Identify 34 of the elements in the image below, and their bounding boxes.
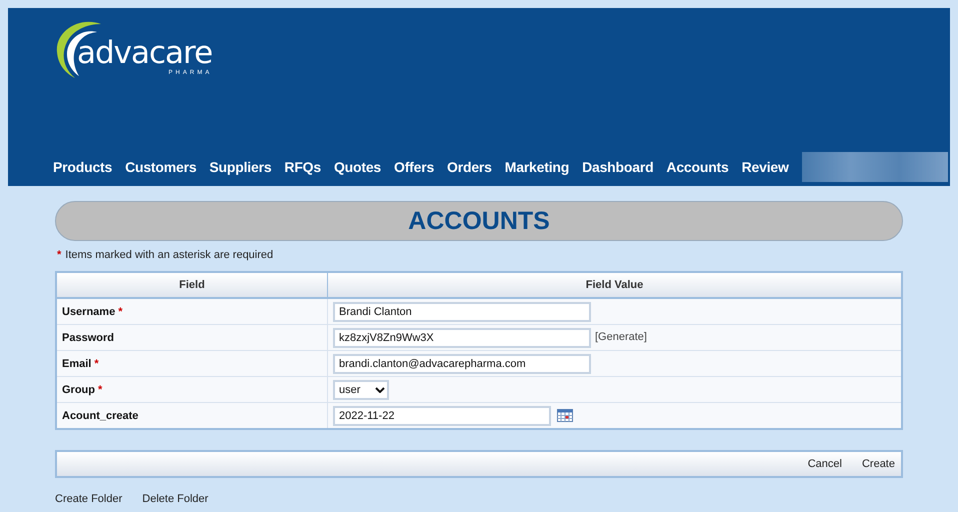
field-label: Password: [56, 324, 328, 350]
form-button[interactable]: Cancel: [808, 458, 842, 470]
nav-link[interactable]: Marketing: [504, 159, 570, 175]
nav-link[interactable]: Accounts: [666, 159, 729, 175]
field-label: Acount_create: [56, 402, 328, 429]
nav-link[interactable]: Offers: [394, 159, 434, 175]
field-label: Email *: [56, 350, 328, 376]
nav-link[interactable]: Customers: [125, 159, 196, 175]
asterisk: *: [57, 249, 62, 261]
field-label: Group *: [56, 376, 328, 402]
generate-link[interactable]: [Generate]: [595, 331, 647, 344]
field-label: Username *: [56, 298, 328, 324]
text-field[interactable]: Brandi Clanton: [333, 302, 591, 322]
form-button[interactable]: Create: [862, 458, 895, 470]
nav-link[interactable]: RFQs: [284, 159, 321, 175]
nav-link[interactable]: Products: [53, 159, 112, 175]
column-header: Field: [56, 272, 328, 298]
chevron-down-icon: [375, 386, 385, 392]
logo-wordmark: advacare: [77, 38, 212, 69]
column-header: Field Value: [328, 272, 902, 298]
required-note: Items marked with an asterisk are required: [65, 249, 274, 261]
nav-link[interactable]: Suppliers: [209, 159, 272, 175]
nav-link[interactable]: Dashboard: [582, 159, 654, 175]
nav-link[interactable]: Review: [742, 159, 789, 175]
password-field[interactable]: kz8zxjV8Zn9Ww3X: [333, 328, 591, 348]
nav-link[interactable]: Quotes: [334, 159, 381, 175]
calendar-icon[interactable]: [557, 409, 573, 422]
text-field[interactable]: brandi.clanton@advacarepharma.com: [333, 354, 591, 374]
nav-link[interactable]: Orders: [447, 159, 492, 175]
date-field[interactable]: 2022-11-22: [333, 406, 551, 426]
footer-link[interactable]: Delete Folder: [142, 493, 208, 505]
group-dropdown[interactable]: user: [333, 380, 389, 400]
footer-link[interactable]: Create Folder: [55, 493, 122, 505]
page-title: ACCOUNTS: [55, 201, 903, 241]
